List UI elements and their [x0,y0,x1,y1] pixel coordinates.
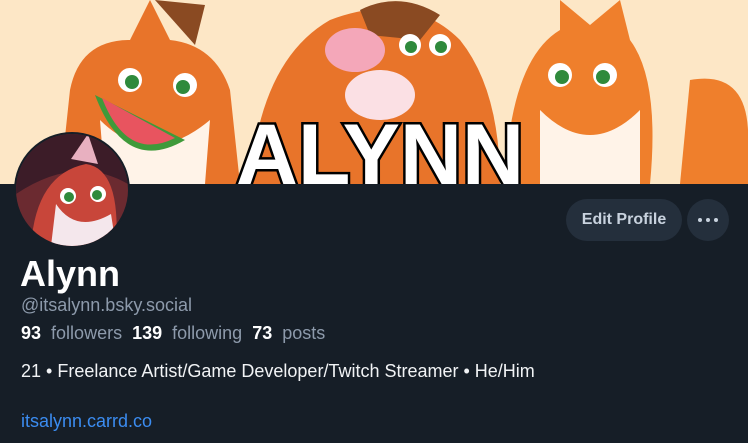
banner-title: ALYNN [236,107,524,184]
profile-bio: 21 • Freelance Artist/Game Developer/Twi… [21,361,535,381]
profile-website-link[interactable]: itsalynn.carrd.co [21,411,152,432]
profile-handle: @itsalynn.bsky.social [21,295,192,315]
posts-label: posts [282,323,326,343]
ellipsis-icon [698,218,702,222]
posts-stat: 73 posts [252,323,325,344]
following-label: following [172,323,243,343]
followers-label: followers [51,323,123,343]
profile-stats: 93 followers 139 following 73 posts [21,323,335,344]
avatar-image [16,134,128,246]
display-name: Alynn [20,253,121,294]
following-link[interactable]: 139 following [132,323,242,344]
followers-link[interactable]: 93 followers [21,323,122,344]
edit-profile-button[interactable]: Edit Profile [566,199,682,241]
posts-count: 73 [252,323,278,343]
avatar[interactable] [14,132,130,248]
followers-count: 93 [21,323,47,343]
following-count: 139 [132,323,168,343]
more-options-button[interactable] [687,199,729,241]
